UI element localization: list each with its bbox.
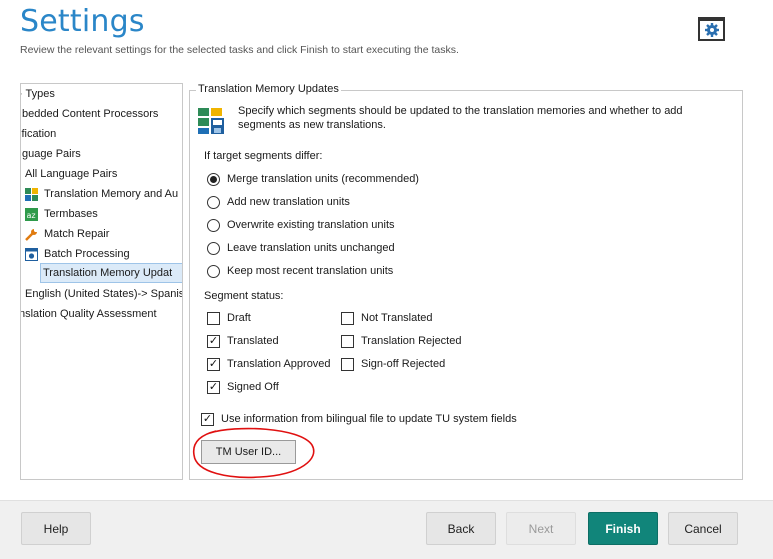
checkbox-label: Translated	[227, 335, 279, 347]
checkbox[interactable]	[341, 357, 354, 371]
checkbox-translation-approved[interactable]: ✓ Translation Approved	[207, 356, 331, 372]
cancel-button[interactable]: Cancel	[668, 512, 738, 545]
checkbox[interactable]: ✓	[201, 412, 214, 426]
radio-keep-recent[interactable]: Keep most recent translation units	[207, 263, 393, 279]
settings-window-button[interactable]	[698, 17, 725, 41]
settings-page: Settings Review the relevant settings fo…	[0, 0, 773, 559]
checkbox-label: Use information from bilingual file to u…	[221, 413, 517, 425]
tree-item-all-language-pairs[interactable]: All Language Pairs	[25, 164, 117, 184]
next-button[interactable]: Next	[506, 512, 576, 545]
page-title: Settings	[20, 4, 145, 39]
radio-label: Merge translation units (recommended)	[227, 173, 419, 185]
tree-item-label: Batch Processing	[44, 248, 130, 260]
differ-label: If target segments differ:	[204, 150, 323, 162]
checkbox-signed-off[interactable]: ✓ Signed Off	[207, 379, 279, 395]
checkbox[interactable]: ✓	[207, 334, 220, 348]
wrench-icon	[24, 227, 38, 241]
back-button[interactable]: Back	[426, 512, 496, 545]
tree-item-english-spanish[interactable]: English (United States)-> Spanis	[25, 284, 183, 304]
termbase-icon: az	[24, 207, 38, 221]
tree-item-label: ification	[20, 128, 57, 140]
radio-label: Add new translation units	[227, 196, 350, 208]
svg-text:az: az	[26, 211, 35, 220]
checkbox-label: Draft	[227, 312, 251, 324]
checkbox-label: Sign-off Rejected	[361, 358, 446, 370]
tree-item-match-repair[interactable]: Match Repair	[24, 224, 109, 244]
checkbox[interactable]	[341, 311, 354, 325]
tree-item-translation-quality[interactable]: nslation Quality Assessment	[20, 304, 157, 324]
tree-item-label: Match Repair	[44, 228, 110, 240]
checkbox[interactable]: ✓	[207, 357, 220, 371]
checkbox-sign-off-rejected[interactable]: Sign-off Rejected	[341, 356, 445, 372]
radio-label: Overwrite existing translation units	[227, 219, 395, 231]
tree-item-batch-processing[interactable]: Batch Processing	[24, 244, 130, 264]
tree-item-label: English (United States)-> Spanis	[25, 288, 183, 300]
tree-item-label: Translation Memory and Au	[44, 188, 179, 200]
checkbox-label: Translation Approved	[227, 358, 331, 370]
radio-button[interactable]	[207, 172, 220, 186]
checkbox[interactable]	[207, 311, 220, 325]
radio-button[interactable]	[207, 264, 220, 278]
radio-button[interactable]	[207, 241, 220, 255]
settings-tree[interactable]: · Types ıbedded Content Processors ifica…	[20, 83, 183, 480]
tree-item-embedded-content[interactable]: ıbedded Content Processors	[20, 104, 159, 124]
radio-add-new[interactable]: Add new translation units	[207, 194, 350, 210]
tree-item-translation-memory[interactable]: Translation Memory and Au	[24, 184, 178, 204]
checkbox-translation-rejected[interactable]: Translation Rejected	[341, 333, 461, 349]
checkbox-label: Signed Off	[227, 381, 279, 393]
tree-item-label: Translation Memory Updat	[43, 267, 173, 279]
tree-item-label: Termbases	[44, 208, 98, 220]
tree-item-verification[interactable]: ification	[20, 124, 57, 144]
checkbox-translated[interactable]: ✓ Translated	[207, 333, 279, 349]
tree-item-label: nslation Quality Assessment	[20, 308, 157, 320]
tree-item-label: · Types	[20, 88, 55, 100]
radio-label: Keep most recent translation units	[227, 265, 394, 277]
translation-memory-icon	[24, 187, 38, 201]
gear-icon	[704, 23, 719, 37]
radio-overwrite[interactable]: Overwrite existing translation units	[207, 217, 395, 233]
checkbox-label: Not Translated	[361, 312, 433, 324]
radio-merge[interactable]: Merge translation units (recommended)	[207, 171, 419, 187]
batch-gear-icon	[24, 247, 38, 261]
checkbox[interactable]	[341, 334, 354, 348]
finish-button[interactable]: Finish	[588, 512, 658, 545]
help-button[interactable]: Help	[21, 512, 91, 545]
tree-item-tm-updates[interactable]: Translation Memory Updat	[40, 263, 182, 283]
tree-item-label: ıbedded Content Processors	[20, 108, 159, 120]
checkbox[interactable]: ✓	[207, 380, 220, 394]
checkbox-draft[interactable]: Draft	[207, 310, 251, 326]
group-description: Specify which segments should be updated…	[238, 105, 683, 131]
checkbox-not-translated[interactable]: Not Translated	[341, 310, 433, 326]
checkbox-label: Translation Rejected	[361, 335, 462, 347]
radio-leave-unchanged[interactable]: Leave translation units unchanged	[207, 240, 395, 256]
checkbox-use-bilingual-info[interactable]: ✓ Use information from bilingual file to…	[201, 411, 517, 427]
tree-item-label: All Language Pairs	[25, 168, 118, 180]
radio-button[interactable]	[207, 218, 220, 232]
page-subtitle: Review the relevant settings for the sel…	[20, 44, 459, 56]
radio-label: Leave translation units unchanged	[227, 242, 395, 254]
tree-item-file-types[interactable]: · Types	[20, 84, 55, 104]
tree-item-termbases[interactable]: az Termbases	[24, 204, 98, 224]
tm-user-id-button[interactable]: TM User ID...	[201, 440, 296, 464]
radio-button[interactable]	[207, 195, 220, 209]
tm-updates-icon	[198, 108, 224, 134]
tree-item-language-pairs[interactable]: ıguage Pairs	[20, 144, 81, 164]
tree-item-label: ıguage Pairs	[20, 148, 81, 160]
group-legend: Translation Memory Updates	[196, 83, 341, 95]
segment-status-label: Segment status:	[204, 290, 284, 302]
